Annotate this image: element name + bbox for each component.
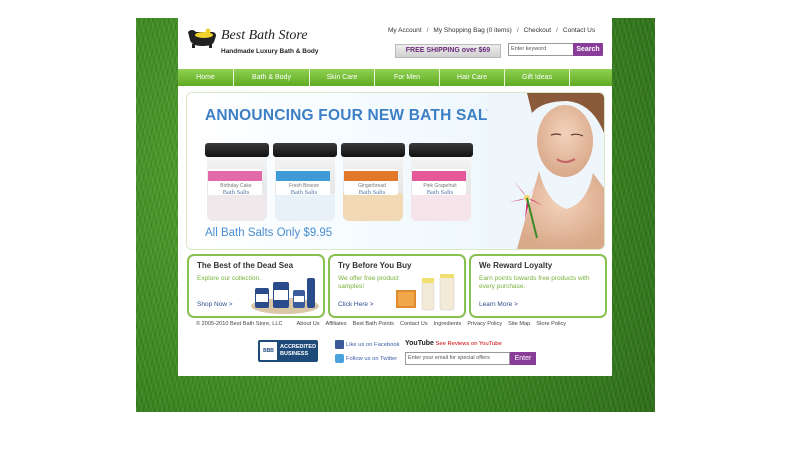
dead-sea-products-image <box>251 278 319 314</box>
footer-link-ingredients[interactable]: Ingredients <box>434 321 462 327</box>
jar-product-label: Bath Salts <box>290 189 318 196</box>
nav-hair-care[interactable]: Hair Care <box>440 69 505 86</box>
jar-salt <box>411 193 471 221</box>
jar-lid <box>205 143 269 157</box>
email-signup-input[interactable]: Enter your email for special offers <box>405 352 510 365</box>
separator: / <box>426 27 429 34</box>
separator: / <box>516 27 519 34</box>
jar-salt <box>207 193 267 221</box>
jar-salt <box>275 193 335 221</box>
shopping-bag-link[interactable]: My Shopping Bag (0 items) <box>433 27 511 34</box>
jar-label-stripe <box>276 171 330 181</box>
promo-title: The Best of the Dead Sea <box>197 261 294 270</box>
contact-us-link[interactable]: Contact Us <box>563 27 595 34</box>
nav-bath-body[interactable]: Bath & Body <box>234 69 310 86</box>
model-with-lily-image <box>487 93 604 249</box>
checkout-link[interactable]: Checkout <box>524 27 551 34</box>
twitter-link[interactable]: Follow us on Twitter <box>335 354 397 363</box>
learn-more-link[interactable]: Learn More > <box>479 301 518 308</box>
jar-product-label: Bath Salts <box>222 189 250 196</box>
twitter-label: Follow us on Twitter <box>346 356 398 363</box>
jar-lid <box>409 143 473 157</box>
jar-salt <box>343 193 403 221</box>
shop-now-link[interactable]: Shop Now > <box>197 301 233 308</box>
nav-home[interactable]: Home <box>178 69 234 86</box>
main-nav: Home Bath & Body Skin Care For Men Hair … <box>178 69 612 86</box>
footer-link-sitemap[interactable]: Site Map <box>508 321 530 327</box>
copyright: © 2005-2010 Best Bath Store, LLC <box>196 321 283 327</box>
product-samples-image <box>396 274 455 311</box>
promo-try-before-you-buy[interactable]: Try Before You Buy We offer free product… <box>328 254 466 318</box>
product-jar: Gingerbread Bath Salts <box>341 143 405 223</box>
search-button[interactable]: Search <box>573 43 603 56</box>
top-links: My Account / My Shopping Bag (0 items) / Che… <box>388 27 595 34</box>
my-account-link[interactable]: My Account <box>388 27 422 34</box>
store-page: Best Bath Store Handmade Luxury Bath & B… <box>178 18 612 376</box>
footer-link-store-policy[interactable]: Store Policy <box>536 321 566 327</box>
promo-dead-sea[interactable]: The Best of the Dead Sea Explore our col… <box>187 254 325 318</box>
nav-filler <box>570 69 612 86</box>
footer-link-privacy[interactable]: Privacy Policy <box>467 321 502 327</box>
jar-label-stripe <box>208 171 262 181</box>
promo-title: Try Before You Buy <box>338 261 412 270</box>
youtube-link[interactable]: YouTube See Reviews on YouTube <box>405 340 502 347</box>
jar-product-label: Bath Salts <box>426 189 454 196</box>
jar-label-stripe <box>344 171 398 181</box>
footer-link-points[interactable]: Best Bath Points <box>353 321 394 327</box>
bbb-accredited-badge[interactable]: BBB ACCREDITED BUSINESS <box>258 340 318 362</box>
bbb-line1: ACCREDITED <box>280 344 317 350</box>
nav-skin-care[interactable]: Skin Care <box>310 69 375 86</box>
hero-price-line: All Bath Salts Only $9.95 <box>205 227 333 239</box>
product-jar: Birthday Cake Bath Salts <box>205 143 269 223</box>
footer-link-about[interactable]: About Us <box>297 321 320 327</box>
jar-label-stripe <box>412 171 466 181</box>
product-jar: Pink Grapefruit Bath Salts <box>409 143 473 223</box>
facebook-link[interactable]: Like us on Facebook <box>335 340 400 349</box>
hero-banner[interactable]: ANNOUNCING FOUR NEW BATH SALTS! Birthday… <box>186 92 605 250</box>
facebook-icon <box>335 340 344 349</box>
email-enter-button[interactable]: Enter <box>510 352 536 365</box>
youtube-label: See Reviews on YouTube <box>435 341 502 347</box>
promo-text: Earn points towards free products with e… <box>479 275 590 290</box>
promo-title: We Reward Loyalty <box>479 261 553 270</box>
search-input[interactable]: Enter keyword <box>508 43 574 56</box>
footer-link-affiliates[interactable]: Affiliates <box>326 321 347 327</box>
nav-for-men[interactable]: For Men <box>375 69 440 86</box>
facebook-label: Like us on Facebook <box>346 342 400 349</box>
footer-links: © 2005-2010 Best Bath Store, LLC About Us… <box>196 321 572 327</box>
hero-title: ANNOUNCING FOUR NEW BATH SALTS! <box>205 107 512 124</box>
nav-gift-ideas[interactable]: Gift Ideas <box>505 69 570 86</box>
product-jar: Fresh Breeze Bath Salts <box>273 143 337 223</box>
twitter-icon <box>335 354 344 363</box>
logo-tagline: Handmade Luxury Bath & Body <box>221 48 319 55</box>
bbb-seal-icon: BBB <box>260 342 277 360</box>
footer-link-contact[interactable]: Contact Us <box>400 321 428 327</box>
youtube-icon: YouTube <box>405 340 434 347</box>
separator: / <box>556 27 558 34</box>
jar-product-label: Bath Salts <box>358 189 386 196</box>
click-here-link[interactable]: Click Here > <box>338 301 374 308</box>
logo-icon[interactable] <box>186 26 218 48</box>
free-shipping-banner[interactable]: FREE SHIPPING over $69 <box>395 44 501 58</box>
bbb-line2: BUSINESS <box>280 351 309 357</box>
jar-lid <box>273 143 337 157</box>
promo-reward-loyalty[interactable]: We Reward Loyalty Earn points towards fr… <box>469 254 607 318</box>
jar-lid <box>341 143 405 157</box>
logo-text[interactable]: Best Bath Store <box>221 28 308 44</box>
